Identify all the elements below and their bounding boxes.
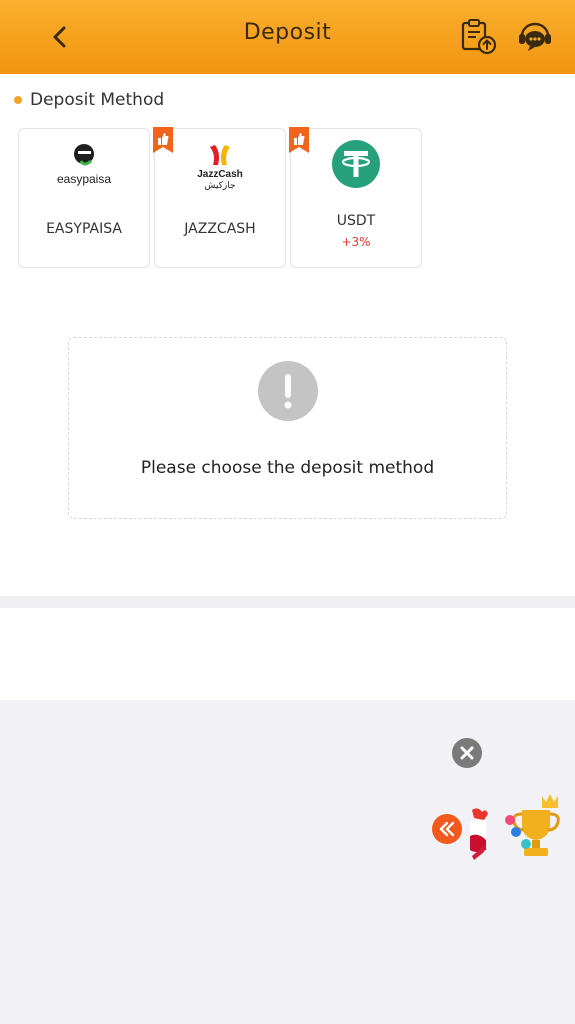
bonus-badge: +3% bbox=[341, 235, 371, 249]
method-label: EASYPAISA bbox=[46, 221, 122, 237]
deposit-panel: Deposit Method easypaisa EASYPAISA JazzC… bbox=[0, 74, 575, 596]
double-chevron-left-icon[interactable] bbox=[431, 813, 463, 845]
blank-section bbox=[0, 608, 575, 700]
gift-bag-icon[interactable] bbox=[462, 806, 492, 864]
easypaisa-logo: easypaisa bbox=[19, 139, 149, 189]
empty-state-message: Please choose the deposit method bbox=[140, 458, 435, 478]
method-card-usdt[interactable]: USDT +3% bbox=[289, 127, 422, 268]
svg-text:جازکیش: جازکیش bbox=[204, 181, 235, 191]
method-card-easypaisa[interactable]: easypaisa EASYPAISA bbox=[18, 128, 150, 268]
close-icon[interactable] bbox=[451, 737, 483, 769]
section-header: Deposit Method bbox=[14, 90, 164, 110]
jazzcash-logo: JazzCash جازکیش bbox=[155, 139, 285, 191]
tether-logo-icon bbox=[291, 139, 421, 189]
clipboard-upload-icon[interactable] bbox=[458, 16, 498, 56]
method-label: USDT bbox=[336, 213, 376, 229]
chat-support-icon[interactable] bbox=[516, 20, 554, 54]
svg-text:easypaisa: easypaisa bbox=[57, 172, 111, 186]
svg-text:JazzCash: JazzCash bbox=[197, 169, 243, 180]
empty-state-box: Please choose the deposit method bbox=[68, 337, 507, 519]
section-title: Deposit Method bbox=[30, 90, 165, 110]
divider bbox=[0, 596, 575, 608]
bullet-dot bbox=[14, 96, 22, 104]
method-card-jazzcash[interactable]: JazzCash جازکیش JAZZCASH bbox=[153, 127, 286, 268]
header-bar: Deposit bbox=[0, 0, 575, 74]
method-label: JAZZCASH bbox=[184, 221, 256, 237]
trophy-icon[interactable] bbox=[502, 790, 564, 862]
exclamation-icon bbox=[258, 361, 318, 421]
